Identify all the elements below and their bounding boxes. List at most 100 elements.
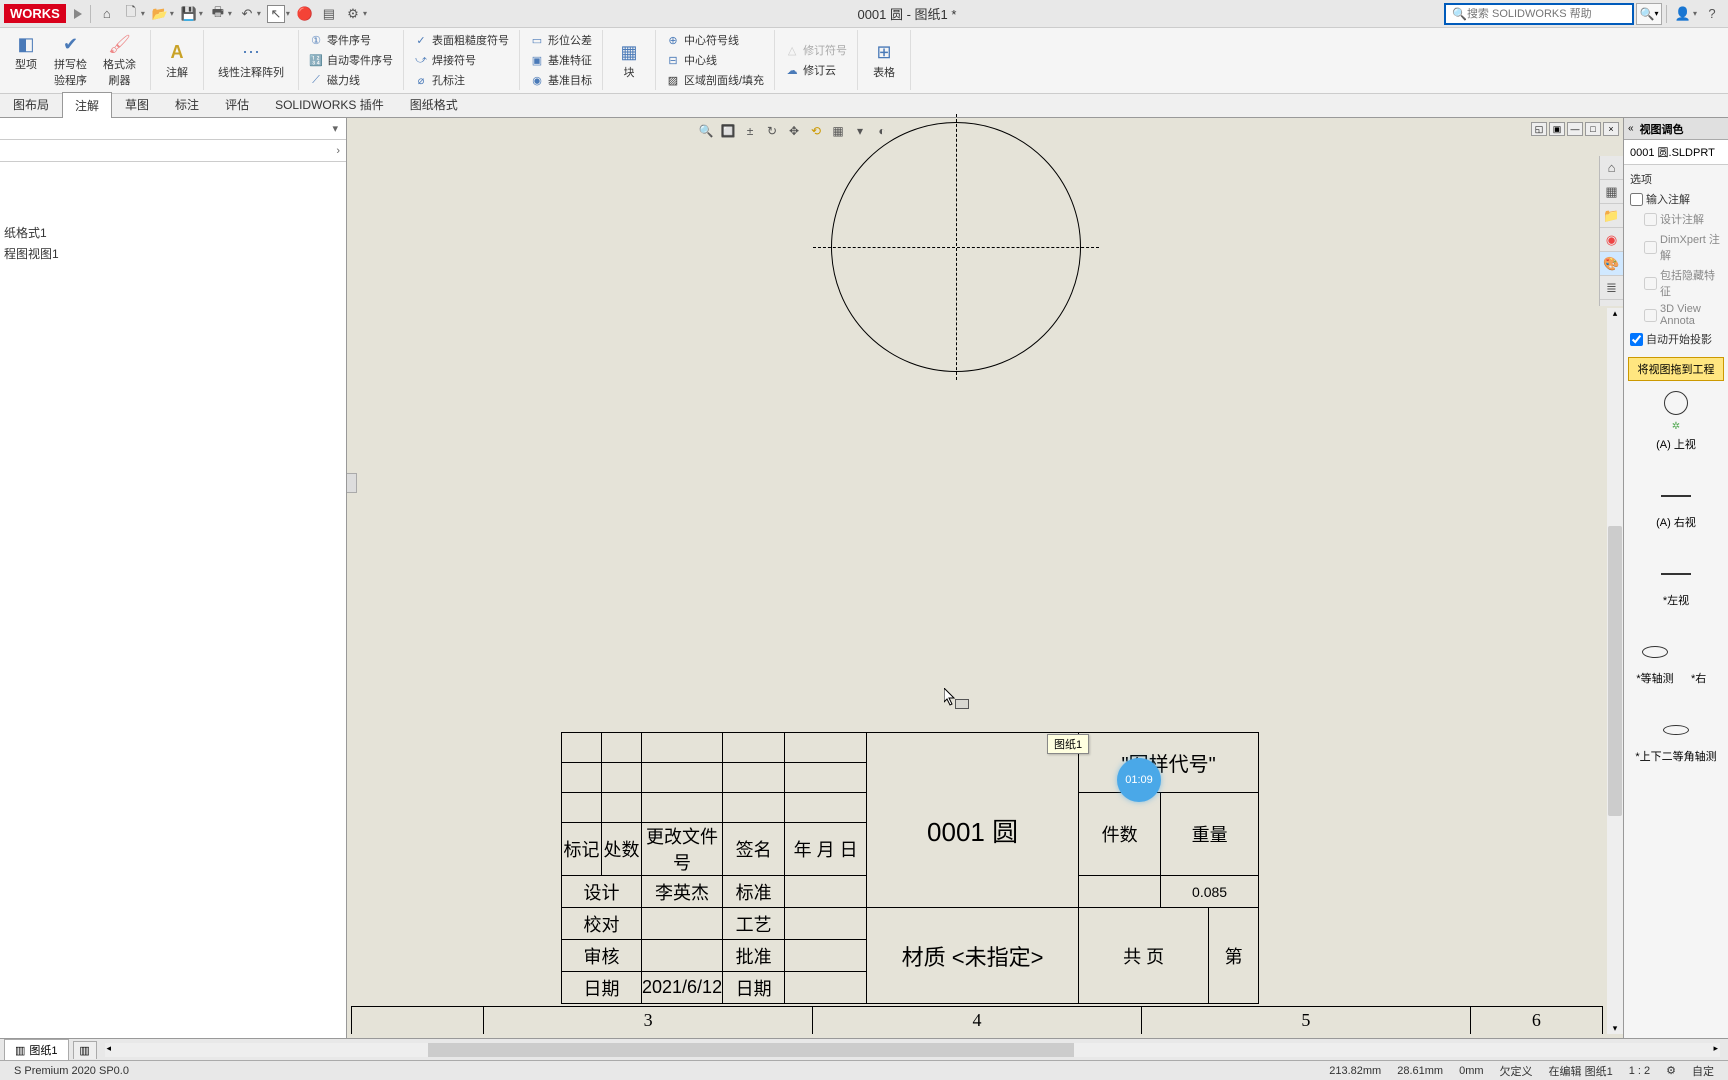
feature-tree-panel: ▾ › 纸格式1 程图视图1 [0, 118, 347, 1038]
feature-tree[interactable]: 纸格式1 程图视图1 [0, 162, 346, 1038]
linear-pattern-button[interactable]: ⋯线性注释阵列 [210, 38, 292, 82]
gear-status-icon[interactable]: ⚙ [1666, 1064, 1676, 1077]
close-icon[interactable]: × [1603, 122, 1619, 136]
block-button[interactable]: ▦块 [609, 38, 649, 82]
spell-check-button[interactable]: ✔拼写检 验程序 [46, 30, 95, 90]
pattern-id: "图样代号" [1079, 733, 1259, 793]
help-icon[interactable]: ? [1703, 5, 1721, 23]
rebuild-icon[interactable]: 🔴 [296, 5, 314, 23]
sheet-icon: ▥ [15, 1044, 25, 1057]
palette-file[interactable]: 0001 圆.SLDPRT [1624, 140, 1728, 165]
tree-item-view[interactable]: 程图视图1 [4, 243, 342, 264]
options-header: 选项 [1630, 169, 1722, 189]
taskpane-library-icon[interactable]: 📁 [1600, 204, 1623, 228]
taskpane-props-icon[interactable]: ≣ [1600, 276, 1623, 300]
tab-sketch[interactable]: 草图 [112, 91, 162, 117]
import-anno-checkbox[interactable]: 输入注解 [1630, 189, 1722, 209]
rotate-icon[interactable]: ↻ [763, 122, 781, 140]
sheet-tabs: ▥图纸1 ▥ ◂ ▸ [0, 1038, 1728, 1060]
zoom-fit-icon[interactable]: 🔍 [697, 122, 715, 140]
zoom-area-icon[interactable]: 🔲 [719, 122, 737, 140]
datum-target-button[interactable]: ◉基准目标 [530, 71, 592, 89]
options-icon[interactable]: ⚙ [344, 5, 362, 23]
3drotate-icon[interactable]: ⟲ [807, 122, 825, 140]
magnetic-line-button[interactable]: ⟋磁力线 [309, 71, 393, 89]
play-icon[interactable] [74, 9, 82, 19]
auto-balloon-button[interactable]: 🔢自动零件序号 [309, 51, 393, 69]
status-bar: S Premium 2020 SP0.0 213.82mm 28.61mm 0m… [0, 1060, 1728, 1080]
breadcrumb-dropdown-icon[interactable]: ▾ [332, 122, 338, 135]
tab-sheet-format[interactable]: 图纸格式 [397, 91, 471, 117]
panel-back-icon[interactable]: « [1628, 123, 1634, 134]
centerline-button[interactable]: ⊟中心线 [666, 51, 764, 69]
coord-y: 28.61mm [1397, 1065, 1443, 1077]
hatch-button[interactable]: ▨区域剖面线/填充 [666, 71, 764, 89]
table-button[interactable]: ⊞表格 [864, 38, 904, 82]
display-icon[interactable]: ▾ [851, 122, 869, 140]
new-icon[interactable]: 🗋 [122, 5, 140, 23]
taskpane-palette-icon[interactable]: 🎨 [1600, 252, 1623, 276]
search-icon: 🔍 [1452, 7, 1467, 21]
drag-preview [955, 699, 969, 709]
view-iso2[interactable]: *右 [1682, 638, 1716, 686]
revision-cloud-button[interactable]: ☁修订云 [785, 61, 847, 79]
note-button[interactable]: A注解 [157, 38, 197, 82]
add-sheet-button[interactable]: ▥ [73, 1041, 97, 1059]
center-mark-button[interactable]: ⊕中心符号线 [666, 31, 764, 49]
save-icon[interactable]: 💾 [180, 5, 198, 23]
timer-badge: 01:09 [1117, 758, 1161, 802]
auto-project-checkbox[interactable]: 自动开始投影 [1630, 329, 1722, 349]
taskpane-resources-icon[interactable]: ▦ [1600, 180, 1623, 204]
zone-ruler: 3 4 5 6 [351, 1006, 1603, 1034]
ribbon: ◧型项 ✔拼写检 验程序 🖌格式涂 刷器 A注解 ⋯线性注释阵列 ①零件序号 🔢… [0, 28, 1728, 94]
tab-layout[interactable]: 图布局 [0, 91, 62, 117]
open-icon[interactable]: 📂 [151, 5, 169, 23]
format-painter-button[interactable]: 🖌格式涂 刷器 [95, 30, 144, 90]
balloon-button[interactable]: ①零件序号 [309, 31, 393, 49]
hidden-checkbox: 包括隐藏特征 [1630, 265, 1722, 301]
zoom-inout-icon[interactable]: ± [741, 122, 759, 140]
model-items-button[interactable]: ◧型项 [6, 30, 46, 90]
panel-collapse-icon[interactable]: › [336, 145, 340, 157]
tab-addins[interactable]: SOLIDWORKS 插件 [262, 91, 397, 117]
tab-markup[interactable]: 标注 [162, 91, 212, 117]
view-top[interactable]: ✲ (A) 上视 [1656, 389, 1696, 452]
user-icon[interactable]: 👤 [1674, 5, 1692, 23]
sheet-tab-1[interactable]: ▥图纸1 [4, 1039, 69, 1060]
gtol-button[interactable]: ▭形位公差 [530, 31, 592, 49]
revision-symbol-button: △修订符号 [785, 41, 847, 59]
search-button[interactable]: 🔍▾ [1636, 3, 1662, 25]
datum-feature-button[interactable]: ▣基准特征 [530, 51, 592, 69]
undo-icon[interactable]: ↶ [238, 5, 256, 23]
doc-props-icon[interactable]: ▤ [320, 5, 338, 23]
tab-evaluate[interactable]: 评估 [212, 91, 262, 117]
hole-callout-button[interactable]: ⌀孔标注 [414, 71, 509, 89]
scale-status: 1 : 2 [1629, 1065, 1650, 1077]
weld-symbol-button[interactable]: ⤻焊接符号 [414, 51, 509, 69]
app-logo: WORKS [4, 4, 66, 23]
title-block[interactable]: 0001 圆 "图样代号" 件数 重量 标记处数更改文件号签名年 月 日 设计李… [561, 732, 1603, 1004]
vertical-scrollbar[interactable]: ▴ ▾ [1607, 308, 1623, 1034]
print-icon[interactable]: 🖶 [209, 5, 227, 23]
select-icon[interactable]: ↖ [267, 5, 285, 23]
horizontal-scrollbar[interactable]: ◂ ▸ [105, 1043, 1720, 1057]
document-title: 0001 圆 - 图纸1 * [370, 4, 1444, 23]
view-left[interactable]: *左视 [1659, 560, 1693, 608]
surface-finish-button[interactable]: ✓表面粗糙度符号 [414, 31, 509, 49]
tab-annotate[interactable]: 注解 [62, 92, 112, 118]
drawing-view-circle[interactable] [821, 122, 1091, 392]
search-input[interactable] [1467, 8, 1626, 20]
view-iso[interactable]: *等轴测 [1636, 638, 1673, 686]
search-box[interactable]: 🔍 [1444, 3, 1634, 25]
taskpane-appearance-icon[interactable]: ◉ [1600, 228, 1623, 252]
drawing-canvas[interactable]: 🔍 🔲 ± ↻ ✥ ⟲ ▦ ▾ ◐ ◱ ▣ — □ × ⌂ ▦ 📁 ◉ 🎨 ≣ … [347, 118, 1623, 1038]
hide-icon[interactable]: ◐ [873, 122, 891, 140]
view-dimetric[interactable]: *上下二等角轴测 [1635, 716, 1716, 764]
tree-item-format[interactable]: 纸格式1 [4, 222, 342, 243]
taskpane-home-icon[interactable]: ⌂ [1600, 156, 1623, 180]
home-icon[interactable]: ⌂ [98, 5, 116, 23]
pan-icon[interactable]: ✥ [785, 122, 803, 140]
view-right[interactable]: (A) 右视 [1656, 482, 1696, 530]
custom-status: 自定 [1692, 1063, 1714, 1079]
section-icon[interactable]: ▦ [829, 122, 847, 140]
